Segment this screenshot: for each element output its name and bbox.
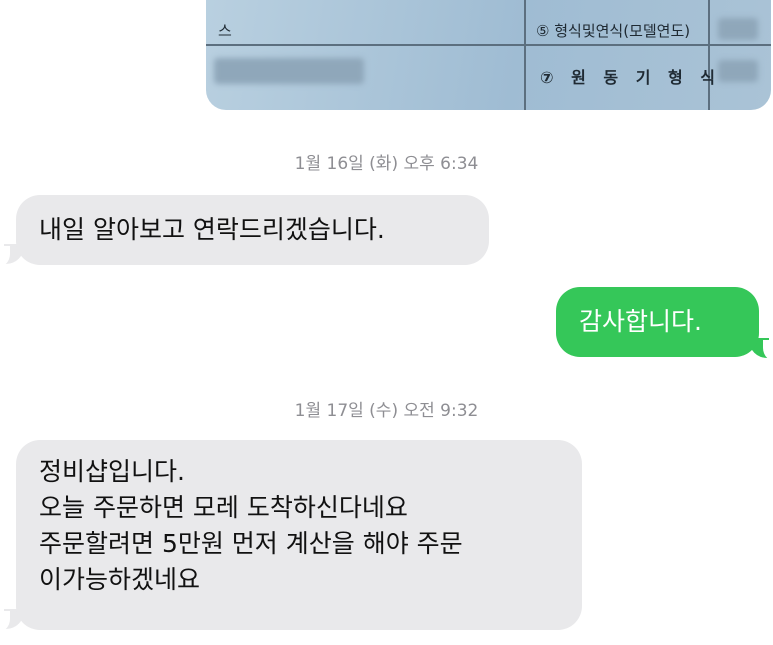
bubble-tail-mask — [0, 611, 10, 633]
doc-divider — [524, 0, 526, 110]
redacted-vin — [214, 58, 364, 84]
message-text-line: 정비샵입니다. — [39, 457, 185, 486]
redacted-value — [718, 60, 758, 82]
message-timestamp: 1월 17일 (수) 오전 9:32 — [294, 401, 479, 421]
image-attachment-bubble[interactable]: 스 ⑤ 형식및연식(모델연도) ⑦ 원 동 기 형 식 — [206, 0, 771, 110]
message-text: 내일 알아보고 연락드리겠습니다. — [39, 215, 385, 244]
doc-label-left: 스 — [218, 22, 232, 40]
doc-divider — [206, 44, 771, 46]
doc-label-model-year: ⑤ 형식및연식(모델연도) — [536, 22, 691, 40]
incoming-message-bubble[interactable]: 내일 알아보고 연락드리겠습니다. — [16, 195, 489, 265]
message-text-line: 주문할려면 5만원 먼저 계산을 해야 주문 — [39, 529, 463, 558]
bubble-tail-mask — [763, 340, 773, 362]
message-timestamp: 1월 16일 (화) 오후 6:34 — [294, 154, 479, 174]
message-thread: 스 ⑤ 형식및연식(모델연도) ⑦ 원 동 기 형 식 1월 16일 (화) 오… — [0, 0, 773, 645]
bubble-tail-mask — [0, 246, 10, 268]
doc-label-engine-type: ⑦ 원 동 기 형 식 — [540, 68, 721, 87]
message-text: 감사합니다. — [579, 307, 702, 336]
incoming-message-bubble[interactable]: 정비샵입니다. 오늘 주문하면 모레 도착하신다네요 주문할려면 5만원 먼저 … — [16, 440, 582, 630]
redacted-value — [718, 18, 758, 40]
doc-divider — [708, 0, 710, 110]
message-text-line: 오늘 주문하면 모레 도착하신다네요 — [39, 493, 408, 522]
document-photo: 스 ⑤ 형식및연식(모델연도) ⑦ 원 동 기 형 식 — [206, 0, 771, 110]
message-text-line: 이가능하겠네요 — [39, 565, 201, 594]
outgoing-message-bubble[interactable]: 감사합니다. — [556, 287, 759, 357]
